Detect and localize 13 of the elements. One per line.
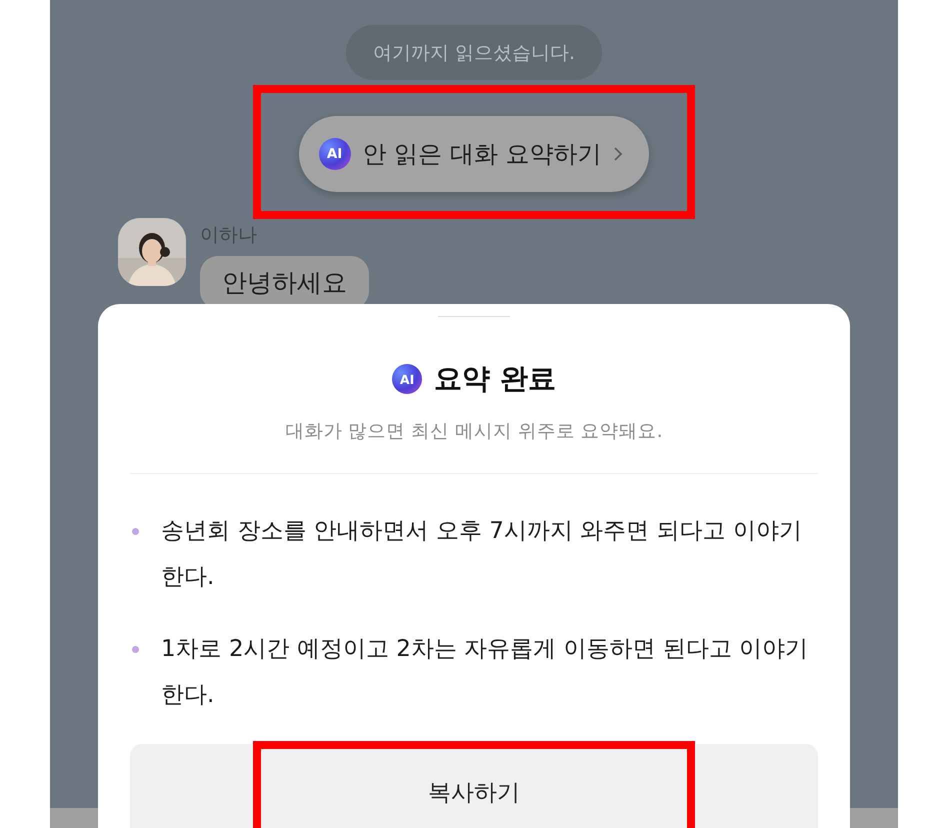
summary-item: 송년회 장소를 안내하면서 오후 7시까지 와주면 되다고 이야기한다. xyxy=(161,517,803,592)
summary-item: 1차로 2시간 예정이고 2차는 자유롭게 이동하면 된다고 이야기한다. xyxy=(161,635,810,710)
sheet-title: 요약 완료 xyxy=(434,361,556,397)
sheet-subtitle: 대화가 많으면 최신 메시지 위주로 요약돼요. xyxy=(285,420,663,443)
ai-badge: AI xyxy=(318,138,351,170)
chevron-icon xyxy=(613,146,624,162)
bullet-dot xyxy=(132,528,139,535)
ai-badge: AI xyxy=(392,364,422,394)
copy-button[interactable]: 복사하기 xyxy=(130,744,818,828)
read-marker: 여기까지 읽으셨습니다. xyxy=(346,25,602,80)
drag-handle[interactable] xyxy=(438,316,510,317)
summarize-button[interactable]: AI 안 읽은 대화 요약하기 xyxy=(298,116,650,192)
bullet-dot xyxy=(132,646,139,653)
